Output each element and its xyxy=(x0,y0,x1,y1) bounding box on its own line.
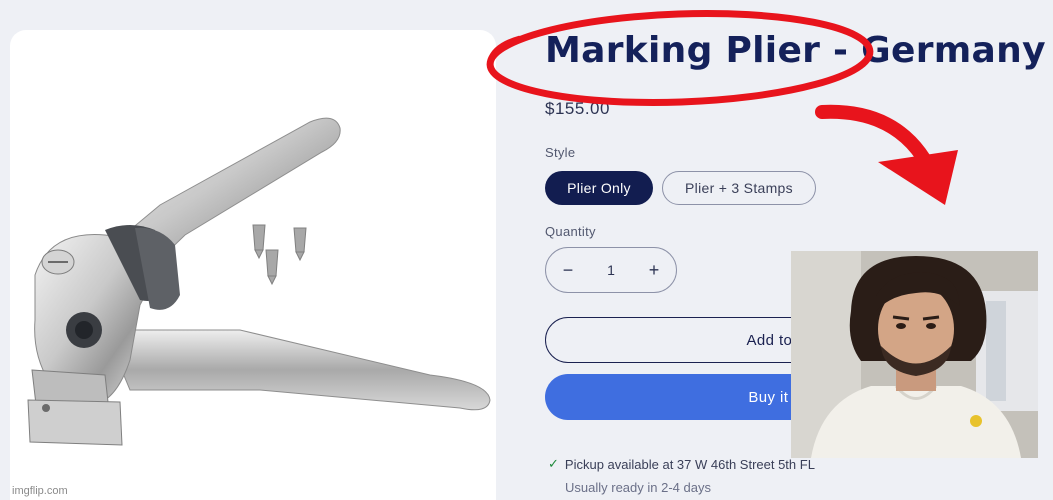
red-curved-arrow xyxy=(815,104,942,187)
stamp-pins xyxy=(252,224,307,286)
style-option-plier-stamps[interactable]: Plier + 3 Stamps xyxy=(662,171,816,205)
reaction-photo xyxy=(791,251,1038,458)
quantity-label: Quantity xyxy=(545,224,596,239)
red-arrow-head xyxy=(878,150,958,205)
decrement-button[interactable]: − xyxy=(560,260,576,281)
ready-text: Usually ready in 2-4 days xyxy=(565,480,711,495)
check-icon: ✓ xyxy=(548,456,559,471)
product-media-card: imgflip.com xyxy=(10,30,496,500)
increment-button[interactable]: + xyxy=(646,260,662,281)
product-price: $155.00 xyxy=(545,99,610,118)
marking-plier-image xyxy=(27,117,491,446)
man-reaction-photo xyxy=(791,251,1038,458)
quantity-stepper: − 1 + xyxy=(545,247,677,293)
product-title: Marking Plier - Germany xyxy=(545,30,1046,71)
pickup-availability: ✓ Pickup available at 37 W 46th Street 5… xyxy=(548,456,815,472)
pickup-text: Pickup available at 37 W 46th Street 5th… xyxy=(564,456,815,472)
imgflip-watermark: imgflip.com xyxy=(12,485,68,497)
style-option-plier-only[interactable]: Plier Only xyxy=(545,171,653,205)
quantity-value[interactable]: 1 xyxy=(607,262,615,278)
style-label: Style xyxy=(545,145,576,160)
